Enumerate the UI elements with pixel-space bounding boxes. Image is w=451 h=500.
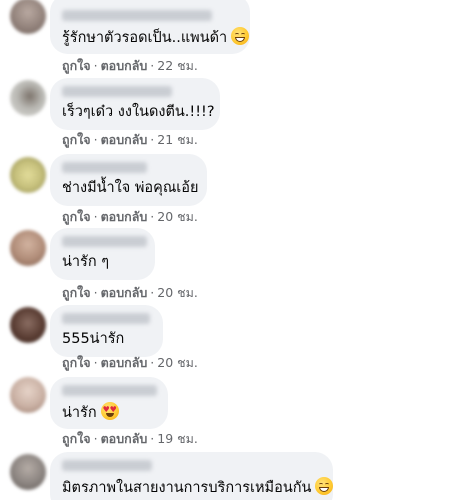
comment-actions: ถูกใจ · ตอบกลับ · 19 ชม. bbox=[62, 429, 198, 449]
comment-bubble: มิตรภาพในสายงานการบริการเหมือนกัน bbox=[50, 452, 334, 500]
separator: · bbox=[93, 285, 98, 300]
comment-bubble: 555น่ารัก bbox=[50, 305, 163, 357]
comment-text: รู้รักษาตัวรอดเป็น..แพนด้า bbox=[62, 27, 250, 48]
avatar[interactable] bbox=[10, 377, 46, 413]
comment-text: 555น่ารัก bbox=[62, 331, 125, 347]
like-link[interactable]: ถูกใจ bbox=[62, 355, 91, 370]
author-name-blurred[interactable] bbox=[62, 86, 172, 97]
separator: · bbox=[93, 132, 98, 147]
comment-text: น่ารัก ♥ ♥ bbox=[62, 402, 156, 423]
comment-actions: ถูกใจ · ตอบกลับ · 20 ชม. bbox=[62, 207, 198, 227]
separator: · bbox=[150, 285, 155, 300]
author-name-blurred[interactable] bbox=[62, 460, 152, 471]
reply-link[interactable]: ตอบกลับ bbox=[101, 355, 148, 370]
author-name-blurred[interactable] bbox=[62, 162, 147, 173]
reply-link[interactable]: ตอบกลับ bbox=[101, 58, 148, 73]
like-link[interactable]: ถูกใจ bbox=[62, 431, 91, 446]
comment-bubble: ช่างมีน้ำใจ พ่อคุณเอ้ย bbox=[50, 154, 207, 206]
comment-text: มิตรภาพในสายงานการบริการเหมือนกัน bbox=[62, 477, 334, 498]
author-name-blurred[interactable] bbox=[62, 10, 212, 21]
separator: · bbox=[150, 355, 155, 370]
timestamp[interactable]: 20 ชม. bbox=[157, 209, 198, 224]
avatar[interactable] bbox=[10, 307, 46, 343]
like-link[interactable]: ถูกใจ bbox=[62, 58, 91, 73]
grinning-emoji-icon bbox=[315, 477, 334, 495]
avatar[interactable] bbox=[10, 157, 46, 193]
reply-link[interactable]: ตอบกลับ bbox=[101, 285, 148, 300]
separator: · bbox=[150, 431, 155, 446]
comment-text: เร็วๆเด๋ว งงในดงตีน.!!!? bbox=[62, 104, 215, 120]
like-link[interactable]: ถูกใจ bbox=[62, 132, 91, 147]
timestamp[interactable]: 21 ชม. bbox=[157, 132, 198, 147]
comment-actions: ถูกใจ · ตอบกลับ · 20 ชม. bbox=[62, 283, 198, 303]
comment-bubble: เร็วๆเด๋ว งงในดงตีน.!!!? bbox=[50, 78, 220, 130]
timestamp[interactable]: 20 ชม. bbox=[157, 355, 198, 370]
author-name-blurred[interactable] bbox=[62, 385, 157, 396]
comment-actions: ถูกใจ · ตอบกลับ · 20 ชม. bbox=[62, 353, 198, 373]
author-name-blurred[interactable] bbox=[62, 236, 147, 247]
like-link[interactable]: ถูกใจ bbox=[62, 209, 91, 224]
author-name-blurred[interactable] bbox=[62, 313, 150, 324]
separator: · bbox=[150, 58, 155, 73]
avatar[interactable] bbox=[10, 80, 46, 116]
timestamp[interactable]: 22 ชม. bbox=[157, 58, 198, 73]
separator: · bbox=[93, 431, 98, 446]
separator: · bbox=[93, 209, 98, 224]
comment-actions: ถูกใจ · ตอบกลับ · 22 ชม. bbox=[62, 56, 198, 76]
separator: · bbox=[93, 355, 98, 370]
avatar[interactable] bbox=[10, 0, 46, 34]
separator: · bbox=[93, 58, 98, 73]
separator: · bbox=[150, 132, 155, 147]
avatar[interactable] bbox=[10, 230, 46, 266]
reply-link[interactable]: ตอบกลับ bbox=[101, 209, 148, 224]
separator: · bbox=[150, 209, 155, 224]
heart-eyes-emoji-icon: ♥ ♥ bbox=[100, 402, 119, 420]
grinning-emoji-icon bbox=[231, 27, 250, 45]
reply-link[interactable]: ตอบกลับ bbox=[101, 431, 148, 446]
comment-bubble: น่ารัก ♥ ♥ bbox=[50, 377, 168, 429]
comment-text: น่ารัก ๆ bbox=[62, 254, 110, 270]
avatar[interactable] bbox=[10, 454, 46, 490]
reply-link[interactable]: ตอบกลับ bbox=[101, 132, 148, 147]
comment-text: ช่างมีน้ำใจ พ่อคุณเอ้ย bbox=[62, 180, 199, 196]
comment-actions: ถูกใจ · ตอบกลับ · 21 ชม. bbox=[62, 130, 198, 150]
comment-bubble: รู้รักษาตัวรอดเป็น..แพนด้า bbox=[50, 0, 250, 54]
timestamp[interactable]: 20 ชม. bbox=[157, 285, 198, 300]
comment-bubble: น่ารัก ๆ bbox=[50, 228, 155, 280]
like-link[interactable]: ถูกใจ bbox=[62, 285, 91, 300]
timestamp[interactable]: 19 ชม. bbox=[157, 431, 198, 446]
